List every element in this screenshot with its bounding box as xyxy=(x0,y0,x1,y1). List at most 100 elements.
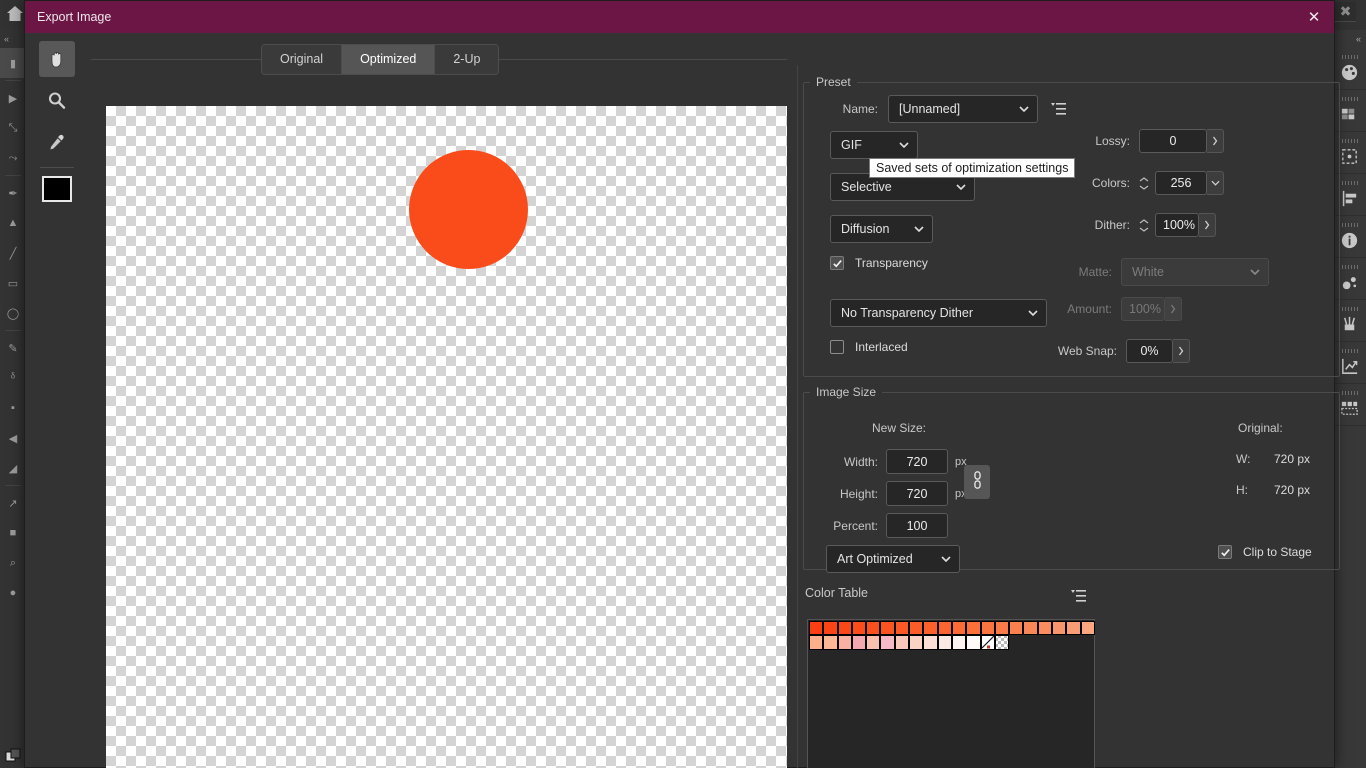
tab-2-up[interactable]: 2-Up xyxy=(435,44,499,74)
panel-grip xyxy=(1341,180,1358,185)
window-close-button[interactable]: ✖ xyxy=(1334,2,1356,22)
free-transform-tool[interactable]: ⤡ xyxy=(0,113,26,143)
color-swatch[interactable] xyxy=(937,621,952,636)
color-swatch[interactable] xyxy=(894,621,910,636)
color-swatch[interactable] xyxy=(909,635,924,650)
tab-original[interactable]: Original xyxy=(262,44,343,74)
paint-bucket-tool[interactable]: ◀ xyxy=(0,423,26,453)
dither-flyout-button[interactable] xyxy=(1199,213,1216,237)
color-swatch[interactable] xyxy=(809,621,824,636)
colors-input[interactable]: 256 xyxy=(1155,171,1207,195)
transparency-swatch[interactable] xyxy=(994,635,1010,650)
color-swatch[interactable] xyxy=(966,621,981,636)
color-swatch[interactable] xyxy=(837,635,852,650)
eraser-tool[interactable]: ▪ xyxy=(0,393,26,423)
dialog-close-button[interactable]: ✕ xyxy=(1294,1,1334,33)
pen-tool[interactable]: ✒ xyxy=(0,178,26,208)
clip-to-stage-row[interactable]: Clip to Stage xyxy=(1218,545,1312,559)
websnap-input[interactable]: 0% xyxy=(1126,339,1173,363)
file-format-select[interactable]: GIF xyxy=(830,131,918,159)
color-swatch[interactable] xyxy=(880,635,895,650)
selection-tool[interactable]: ▮ xyxy=(0,48,26,78)
hand-tool[interactable] xyxy=(39,41,75,77)
color-swatch[interactable] xyxy=(923,621,938,636)
preset-name-select[interactable]: [Unnamed] xyxy=(888,95,1038,123)
tab-optimized[interactable]: Optimized xyxy=(342,44,436,74)
color-swatch[interactable] xyxy=(923,635,938,650)
preset-menu-icon[interactable] xyxy=(1051,102,1067,116)
stroke-color-tool[interactable]: ■ xyxy=(0,518,26,548)
percent-input[interactable]: 100 xyxy=(886,513,948,538)
lossy-input[interactable]: 0 xyxy=(1139,129,1207,153)
color-swatch[interactable] xyxy=(951,635,967,650)
color-swatch[interactable] xyxy=(866,635,881,650)
color-swatch[interactable] xyxy=(980,621,995,636)
transparency-checkbox-row[interactable]: Transparency xyxy=(830,256,928,270)
constrain-proportions-button[interactable] xyxy=(964,465,990,499)
home-icon[interactable] xyxy=(5,4,25,24)
color-swatch[interactable] xyxy=(809,635,824,650)
right-panel-collapse-icon[interactable]: « xyxy=(1356,34,1361,44)
dither-algorithm-select[interactable]: Diffusion xyxy=(830,215,933,243)
matte-select[interactable]: White xyxy=(1121,258,1269,286)
color-table-menu-icon[interactable] xyxy=(1071,589,1087,603)
brush-tool[interactable]: ᵟ xyxy=(0,363,26,393)
stage-color-icon[interactable] xyxy=(5,748,21,764)
clip-to-stage-checkbox[interactable] xyxy=(1218,545,1232,559)
zoom-tool[interactable] xyxy=(39,83,75,119)
width-input[interactable]: 720 xyxy=(886,449,948,474)
ink-bottle-tool[interactable]: ◢ xyxy=(0,453,26,483)
color-swatch[interactable] xyxy=(909,621,924,636)
color-swatch[interactable] xyxy=(851,635,867,650)
color-swatch[interactable] xyxy=(1037,621,1053,636)
color-swatch[interactable] xyxy=(866,621,881,636)
foreground-color-swatch[interactable] xyxy=(42,176,72,202)
eyedropper-tool[interactable]: ↗ xyxy=(0,488,26,518)
height-input[interactable]: 720 xyxy=(886,481,948,506)
oval-tool[interactable]: ◯ xyxy=(0,298,26,328)
line-tool[interactable]: ╱ xyxy=(0,238,26,268)
resample-quality-select[interactable]: Art Optimized xyxy=(826,545,960,573)
color-swatch[interactable] xyxy=(1009,621,1024,636)
eyedropper-tool[interactable] xyxy=(39,125,75,161)
image-size-legend: Image Size xyxy=(816,385,877,399)
colors-stepper[interactable] xyxy=(1137,176,1150,190)
colors-dropdown-button[interactable] xyxy=(1207,171,1224,195)
panel-grip xyxy=(1341,138,1358,143)
color-table-panel[interactable] xyxy=(807,619,1095,768)
color-swatch[interactable] xyxy=(837,621,852,636)
dither-stepper[interactable] xyxy=(1137,218,1150,232)
pencil-tool[interactable]: ✎ xyxy=(0,333,26,363)
subselection-tool[interactable]: ▶ xyxy=(0,83,26,113)
color-swatch[interactable] xyxy=(1023,621,1038,636)
original-label: Original: xyxy=(1238,421,1283,435)
rectangle-tool[interactable]: ▭ xyxy=(0,268,26,298)
preview-canvas[interactable] xyxy=(106,106,787,768)
color-swatch[interactable] xyxy=(823,621,838,636)
color-swatch[interactable] xyxy=(851,621,867,636)
left-toolbar-collapse-icon[interactable]: « xyxy=(4,34,9,44)
interlaced-checkbox-row[interactable]: Interlaced xyxy=(830,340,908,354)
color-swatch[interactable] xyxy=(823,635,838,650)
lossy-flyout-button[interactable] xyxy=(1207,129,1224,153)
color-swatch[interactable] xyxy=(994,621,1010,636)
color-swatch[interactable] xyxy=(1080,621,1095,636)
zoom-tool[interactable]: ⌕ xyxy=(0,548,26,578)
hand-tool[interactable]: ● xyxy=(0,578,26,608)
websnap-flyout-button[interactable] xyxy=(1173,339,1190,363)
no-color-swatch[interactable] xyxy=(980,635,995,650)
color-swatch[interactable] xyxy=(1052,621,1067,636)
color-swatch[interactable] xyxy=(1066,621,1081,636)
interlaced-checkbox[interactable] xyxy=(830,340,844,354)
color-swatch[interactable] xyxy=(937,635,952,650)
color-swatch[interactable] xyxy=(880,621,895,636)
text-tool[interactable]: ▲ xyxy=(0,208,26,238)
dither-input[interactable]: 100% xyxy=(1155,213,1199,237)
lasso-tool[interactable]: ⤳ xyxy=(0,143,26,173)
color-swatch[interactable] xyxy=(894,635,910,650)
color-swatch[interactable] xyxy=(951,621,967,636)
transparency-dither-select[interactable]: No Transparency Dither xyxy=(830,299,1047,327)
transparency-checkbox[interactable] xyxy=(830,256,844,270)
preview-mode-tabs: Original Optimized 2-Up xyxy=(91,39,787,79)
color-swatch[interactable] xyxy=(966,635,981,650)
